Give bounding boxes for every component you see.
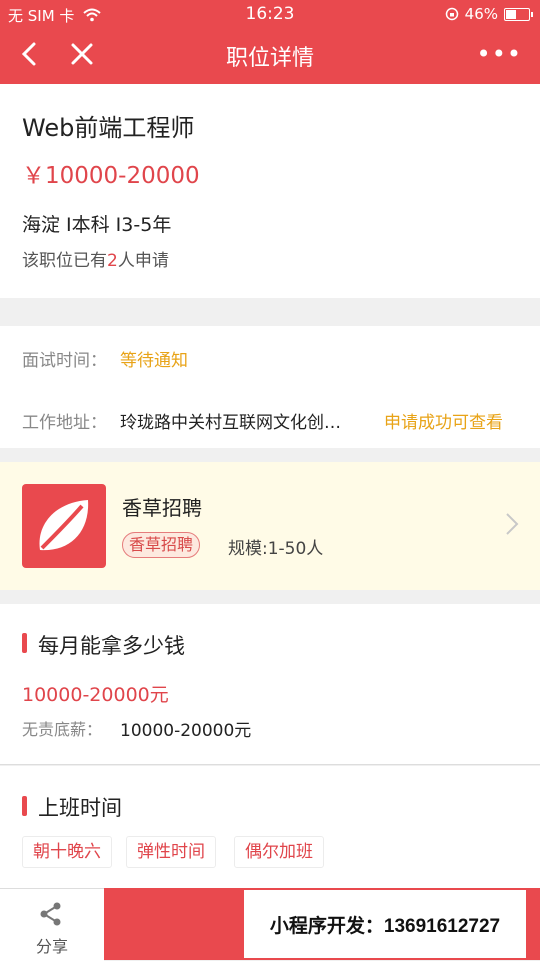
orientation-lock-icon <box>445 7 458 21</box>
hours-section-title: 上班时间 <box>38 796 122 820</box>
more-menu-button[interactable]: ••• <box>477 40 522 68</box>
company-logo <box>22 484 106 568</box>
share-button[interactable]: 分享 <box>0 888 104 961</box>
job-details-card: 面试时间： 等待通知 工作地址： 玲珑路中关村互联网文化创… 申请成功可查看 <box>0 326 540 448</box>
section-marker <box>22 633 27 653</box>
share-icon <box>40 902 61 926</box>
applied-prefix: 该职位已有 <box>22 251 107 271</box>
battery-icon <box>504 7 533 21</box>
page-title: 职位详情 <box>225 46 314 71</box>
applied-number: 2 <box>107 251 118 271</box>
job-salary: ￥10000-20000 <box>22 163 200 189</box>
address-value: 玲珑路中关村互联网文化创… <box>120 413 341 433</box>
developer-contact-banner: 小程序开发：13691612727 <box>244 890 526 958</box>
company-name: 香草招聘 <box>122 496 202 520</box>
chevron-right-icon <box>506 513 519 535</box>
applied-count-text: 该职位已有2人申请 <box>22 246 169 271</box>
address-hint: 申请成功可查看 <box>384 413 503 433</box>
applied-suffix: 人申请 <box>117 251 169 271</box>
base-pay-value: 10000-20000元 <box>120 721 252 741</box>
hours-tags: 朝十晚六 弹性时间 偶尔加班 <box>22 836 522 868</box>
leaf-icon <box>39 500 89 551</box>
battery-percent: 46% <box>464 5 498 23</box>
interview-label: 面试时间： <box>22 351 107 371</box>
job-meta: 海淀 I本科 I3-5年 <box>22 214 172 236</box>
job-title: Web前端工程师 <box>22 114 195 142</box>
pay-range: 10000-20000元 <box>22 684 169 706</box>
company-card[interactable]: 香草招聘 香草招聘 规模:1-50人 <box>0 462 540 590</box>
hours-tag: 弹性时间 <box>126 836 216 868</box>
hours-section: 上班时间 朝十晚六 弹性时间 偶尔加班 <box>0 766 540 888</box>
company-scale: 规模:1-50人 <box>228 539 324 559</box>
section-marker <box>22 796 27 816</box>
job-header-card: Web前端工程师 ￥10000-20000 海淀 I本科 I3-5年 该职位已有… <box>0 84 540 298</box>
share-label: 分享 <box>35 937 68 956</box>
base-pay-label: 无责底薪： <box>22 720 103 739</box>
bottom-bar: 分享 小程序开发：13691612727 <box>0 888 540 961</box>
status-bar: 无 SIM 卡 16:23 46% <box>0 0 540 28</box>
interview-value: 等待通知 <box>120 351 188 371</box>
hours-tag: 偶尔加班 <box>234 836 324 868</box>
address-label: 工作地址： <box>22 413 107 433</box>
hours-tag: 朝十晚六 <box>22 836 112 868</box>
company-tag: 香草招聘 <box>122 532 201 558</box>
pay-section: 每月能拿多少钱 10000-20000元 无责底薪： 10000-20000元 <box>0 604 540 765</box>
battery-group: 46% <box>445 5 533 23</box>
pay-section-title: 每月能拿多少钱 <box>38 634 185 658</box>
nav-bar: 职位详情 ••• <box>0 28 540 84</box>
